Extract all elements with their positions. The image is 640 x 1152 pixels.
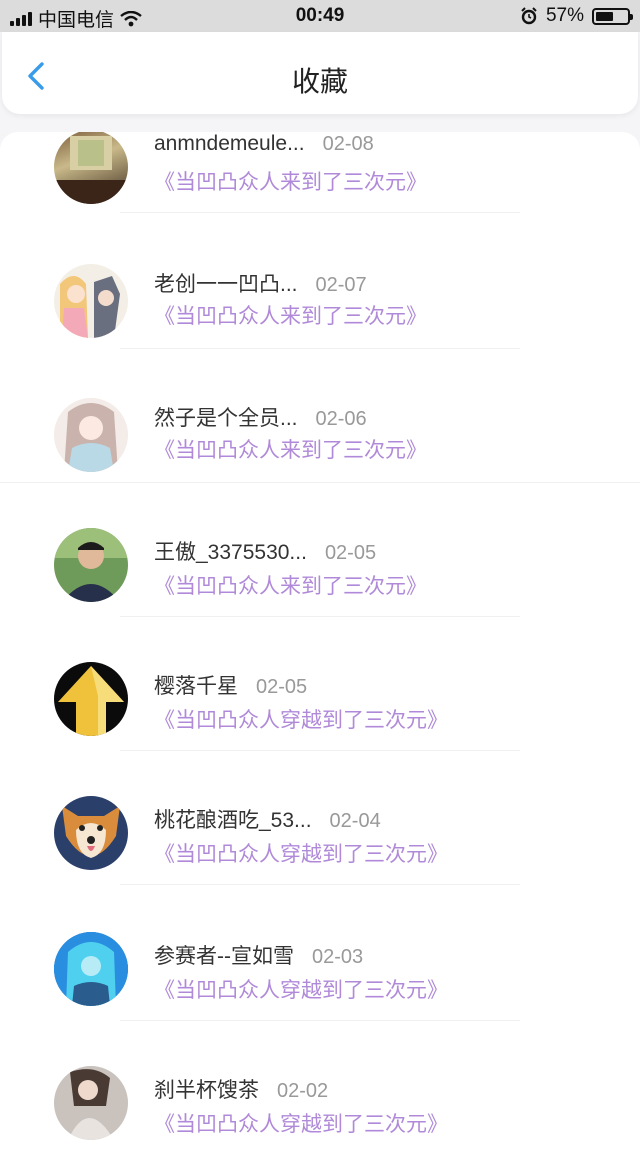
username: 桃花酿酒吃_53... bbox=[154, 809, 312, 832]
book-title: 《当凹凸众人来到了三次元》 bbox=[154, 575, 427, 598]
avatar bbox=[54, 796, 128, 870]
status-right: 57% bbox=[520, 5, 633, 27]
username: 刹半杯馊茶 bbox=[154, 1079, 259, 1102]
username: 王傲_3375530... bbox=[154, 541, 307, 564]
username: 老创一一凹凸... bbox=[154, 273, 298, 296]
divider bbox=[0, 482, 640, 483]
battery-percent: 57% bbox=[545, 5, 584, 26]
divider bbox=[120, 884, 520, 885]
date: 02-05 bbox=[324, 542, 377, 564]
list-item[interactable]: 刹半杯馊茶 02-02 《当凹凸众人穿越到了三次元》 bbox=[0, 1066, 640, 1152]
divider bbox=[120, 212, 520, 213]
divider bbox=[120, 750, 520, 751]
book-title: 《当凹凸众人穿越到了三次元》 bbox=[154, 979, 448, 1002]
list-item[interactable]: 老创一一凹凸... 02-07 《当凹凸众人来到了三次元》 bbox=[0, 264, 640, 398]
username: 樱落千星 bbox=[154, 675, 238, 698]
avatar bbox=[54, 132, 128, 204]
date: 02-06 bbox=[315, 408, 367, 430]
avatar bbox=[54, 398, 128, 472]
avatar bbox=[54, 264, 128, 338]
divider bbox=[120, 348, 520, 349]
avatar bbox=[54, 528, 128, 602]
alarm-icon bbox=[521, 7, 537, 25]
book-title: 《当凹凸众人来到了三次元》 bbox=[154, 439, 427, 462]
username: anmndemeule... bbox=[154, 132, 305, 155]
divider bbox=[120, 1020, 520, 1021]
list-item[interactable]: anmndemeule... 02-08 《当凹凸众人来到了三次元》 bbox=[0, 132, 640, 264]
username: 然子是个全员... bbox=[154, 407, 298, 430]
avatar bbox=[54, 932, 128, 1006]
favorites-list: anmndemeule... 02-08 《当凹凸众人来到了三次元》 老创一一凹… bbox=[0, 132, 640, 1152]
username: 参赛者--宣如雪 bbox=[154, 945, 294, 968]
date: 02-03 bbox=[312, 946, 364, 968]
battery-icon bbox=[592, 7, 633, 25]
date: 02-08 bbox=[322, 133, 374, 155]
date: 02-04 bbox=[329, 810, 381, 832]
nav-header: 收藏 bbox=[2, 32, 638, 114]
date: 02-02 bbox=[277, 1080, 329, 1102]
date: 02-07 bbox=[315, 274, 367, 296]
book-title: 《当凹凸众人来到了三次元》 bbox=[154, 171, 427, 194]
avatar bbox=[54, 1066, 128, 1140]
page-title: 收藏 bbox=[291, 66, 348, 97]
list-item[interactable]: 然子是个全员... 02-06 《当凹凸众人来到了三次元》 bbox=[0, 398, 640, 532]
book-title: 《当凹凸众人穿越到了三次元》 bbox=[154, 709, 448, 732]
list-item[interactable]: 樱落千星 02-05 《当凹凸众人穿越到了三次元》 bbox=[0, 662, 640, 800]
book-title: 《当凹凸众人穿越到了三次元》 bbox=[154, 843, 448, 866]
divider bbox=[120, 616, 520, 617]
date: 02-05 bbox=[256, 676, 308, 698]
avatar bbox=[54, 662, 128, 736]
book-title: 《当凹凸众人来到了三次元》 bbox=[154, 305, 427, 328]
list-item[interactable]: 王傲_3375530... 02-05 《当凹凸众人来到了三次元》 bbox=[0, 528, 640, 666]
book-title: 《当凹凸众人穿越到了三次元》 bbox=[154, 1113, 448, 1136]
status-bar: 中国电信 00:49 57% bbox=[0, 0, 640, 32]
list-item[interactable]: 参赛者--宣如雪 02-03 《当凹凸众人穿越到了三次元》 bbox=[0, 932, 640, 1068]
list-item[interactable]: 桃花酿酒吃_53... 02-04 《当凹凸众人穿越到了三次元》 bbox=[0, 796, 640, 934]
